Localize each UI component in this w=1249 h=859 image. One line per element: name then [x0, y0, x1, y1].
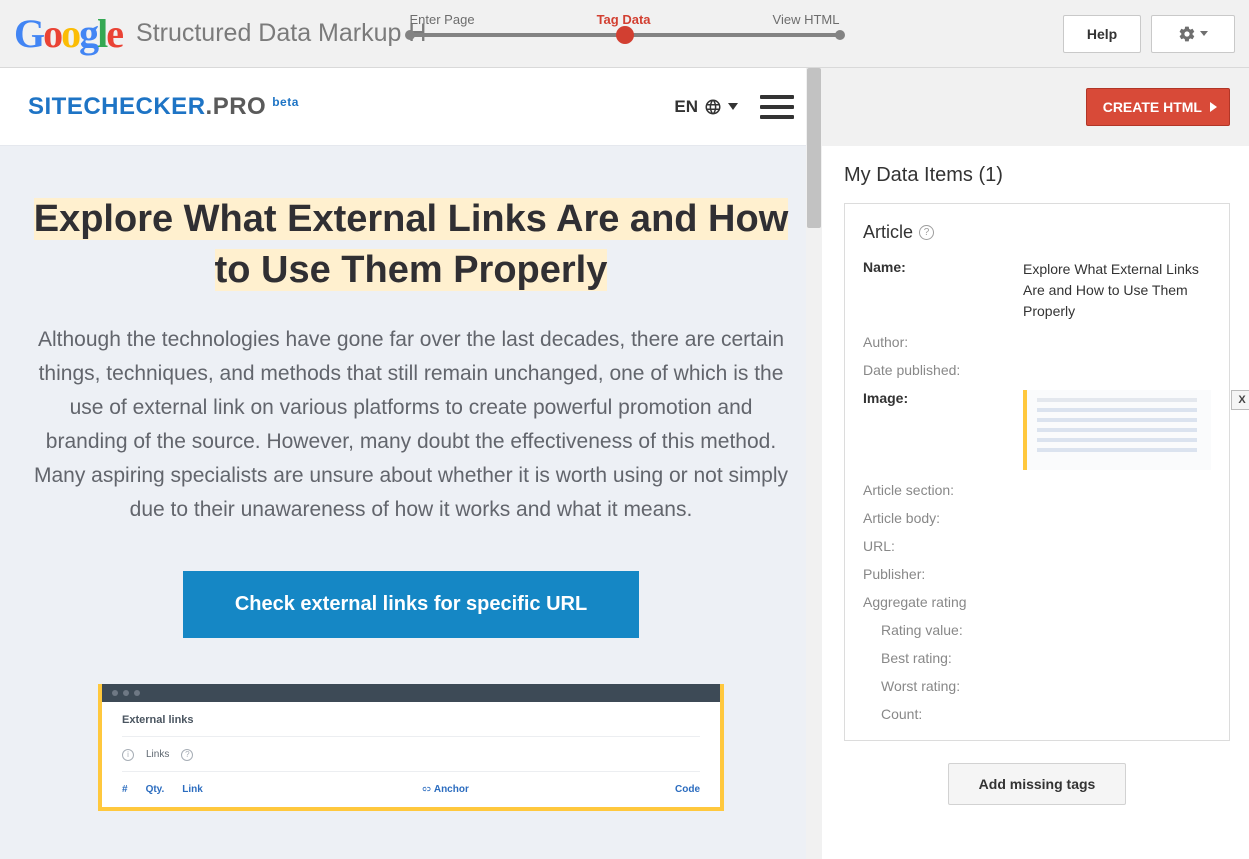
help-button[interactable]: Help [1063, 15, 1141, 53]
language-selector[interactable]: EN [674, 97, 738, 117]
mock-col-hash: # [122, 784, 128, 795]
field-name: Name: Explore What External Links Are an… [863, 259, 1211, 322]
step-dot-2 [616, 26, 634, 44]
label-agg: Aggregate rating [863, 594, 1023, 610]
label-name: Name: [863, 259, 1023, 275]
image-thumbnail[interactable] [1023, 390, 1211, 470]
site-header: SITECHECKER.PRO beta EN [0, 68, 822, 146]
field-count: Count: [863, 706, 1211, 722]
create-html-button[interactable]: CREATE HTML [1086, 88, 1230, 126]
app-title: Structured Data Markup Hel [136, 19, 426, 48]
step-dot-3 [835, 30, 845, 40]
label-worst: Worst rating: [863, 678, 1023, 694]
card-title: Article ? [863, 222, 1211, 243]
label-date: Date published: [863, 362, 1023, 378]
value-name[interactable]: Explore What External Links Are and How … [1023, 259, 1211, 322]
label-best: Best rating: [863, 650, 1023, 666]
label-count: Count: [863, 706, 1023, 722]
right-pane: CREATE HTML My Data Items (1) Article ? … [822, 68, 1249, 859]
gear-icon [1178, 25, 1196, 43]
field-url: URL: [863, 538, 1211, 554]
mock-col-link: Link [182, 784, 203, 795]
site-logo[interactable]: SITECHECKER.PRO beta [28, 93, 299, 121]
step-dot-1 [405, 30, 415, 40]
label-section: Article section: [863, 482, 1023, 498]
create-html-label: CREATE HTML [1103, 99, 1202, 115]
cta-button[interactable]: Check external links for specific URL [183, 571, 639, 638]
label-publisher: Publisher: [863, 566, 1023, 582]
mock-col-anchor: Anchor [421, 784, 469, 795]
article-description[interactable]: Although the technologies have gone far … [30, 323, 792, 527]
label-body: Article body: [863, 510, 1023, 526]
preview-pane: SITECHECKER.PRO beta EN Explore What Ext… [0, 68, 822, 859]
field-author: Author: [863, 334, 1211, 350]
field-aggregate-rating: Aggregate rating [863, 594, 1211, 610]
label-image: Image: [863, 390, 1023, 406]
article-image[interactable]: External links i Links ? # Qty. Link [98, 684, 724, 811]
caret-down-icon [1200, 31, 1208, 36]
help-icon: ? [181, 749, 193, 761]
label-url: URL: [863, 538, 1023, 554]
globe-icon [704, 98, 722, 116]
mock-col-code: Code [675, 784, 700, 795]
help-icon[interactable]: ? [919, 225, 934, 240]
language-code: EN [674, 97, 698, 117]
site-logo-part1: SITECHECKER [28, 93, 206, 121]
settings-button[interactable] [1151, 15, 1235, 53]
main: SITECHECKER.PRO beta EN Explore What Ext… [0, 68, 1249, 859]
link-icon [421, 784, 431, 794]
add-missing-tags-button[interactable]: Add missing tags [948, 763, 1127, 805]
menu-button[interactable] [760, 95, 794, 119]
caret-down-icon [728, 103, 738, 110]
remove-image-button[interactable]: X [1231, 390, 1249, 410]
article-area: Explore What External Links Are and How … [0, 146, 822, 831]
beta-badge: beta [272, 95, 299, 109]
mock-links-label: Links [146, 749, 169, 760]
chevron-right-icon [1210, 102, 1217, 112]
info-icon: i [122, 749, 134, 761]
scrollbar[interactable] [806, 68, 822, 859]
field-worst-rating: Worst rating: [863, 678, 1211, 694]
field-best-rating: Best rating: [863, 650, 1211, 666]
data-item-card: Article ? Name: Explore What External Li… [844, 203, 1230, 741]
app-header: Google Structured Data Markup Hel Enter … [0, 0, 1249, 68]
article-title[interactable]: Explore What External Links Are and How … [30, 194, 792, 297]
step-view-html[interactable]: View HTML [773, 12, 840, 27]
step-tag-data[interactable]: Tag Data [597, 12, 651, 27]
mock-titlebar [102, 684, 720, 702]
mock-col-qty: Qty. [146, 784, 165, 795]
field-rating-value: Rating value: [863, 622, 1211, 638]
field-date-published: Date published: [863, 362, 1211, 378]
field-article-body: Article body: [863, 510, 1211, 526]
label-rating-value: Rating value: [863, 622, 1023, 638]
data-items-title: My Data Items (1) [844, 164, 1230, 187]
site-logo-part2: .PRO [206, 93, 267, 121]
field-article-section: Article section: [863, 482, 1211, 498]
field-image: Image: X [863, 390, 1211, 470]
progress-stepper: Enter Page Tag Data View HTML [410, 12, 840, 37]
label-author: Author: [863, 334, 1023, 350]
field-publisher: Publisher: [863, 566, 1211, 582]
step-enter-page[interactable]: Enter Page [410, 12, 475, 27]
scrollbar-thumb[interactable] [807, 68, 821, 228]
mock-heading: External links [122, 714, 700, 737]
google-logo: Google [14, 10, 122, 57]
